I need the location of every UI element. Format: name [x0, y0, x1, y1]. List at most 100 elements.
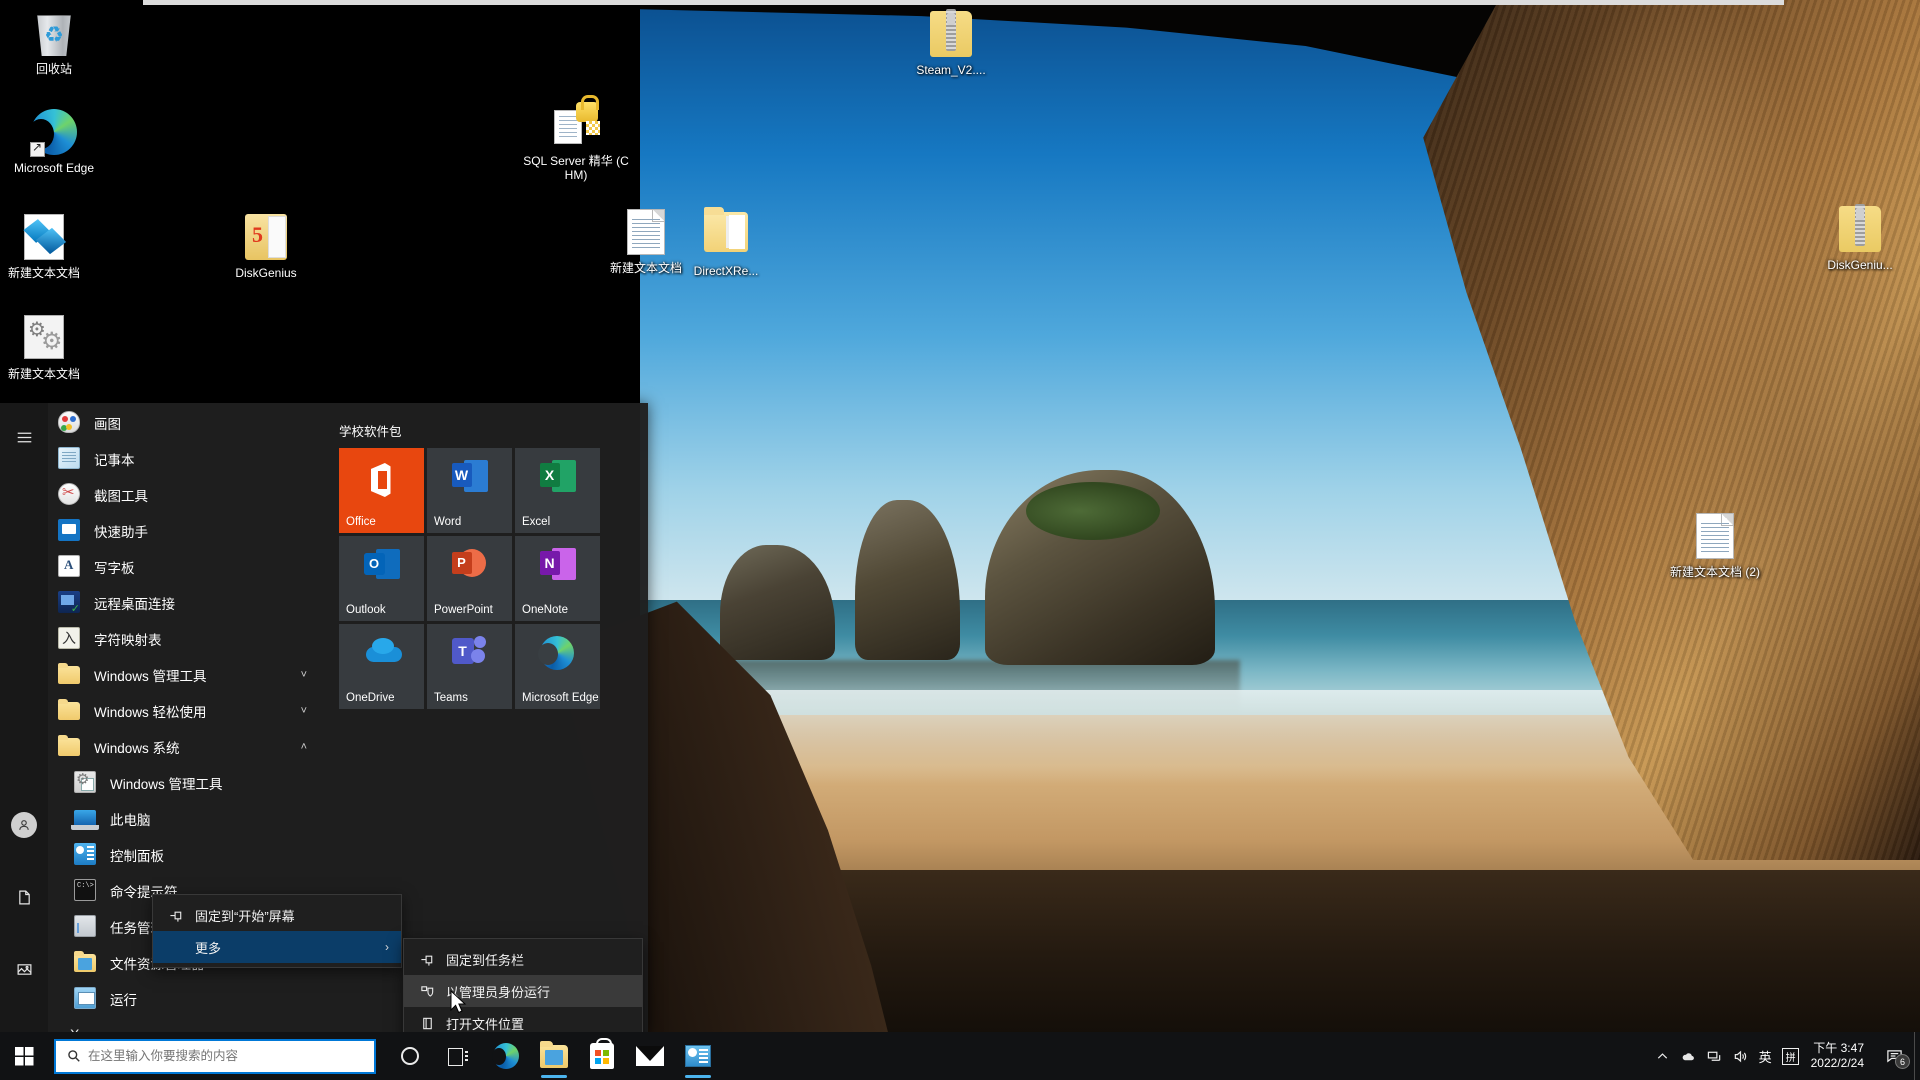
context-menu-item-more[interactable]: 更多 › [153, 931, 401, 963]
desktop-icon-sql-server-chm[interactable]: SQL Server 精华 (CHM) [520, 95, 632, 182]
tile-onenote[interactable]: OneNote [515, 536, 600, 621]
desktop-icon-diskgenius[interactable]: DiskGenius [218, 213, 314, 280]
desktop-icon-new-text-document-1[interactable]: 新建文本文档 [0, 213, 92, 280]
text-document-icon [622, 209, 670, 257]
tile-label: Office [346, 516, 376, 528]
app-label: 写字板 [94, 561, 135, 576]
context-menu-item-pin-to-start[interactable]: 固定到“开始”屏幕 [153, 899, 401, 931]
cortana-button[interactable] [386, 1032, 434, 1080]
microsoft-edge-icon [28, 109, 78, 157]
pin-icon [167, 908, 185, 923]
system-tray: 英 拼 下午 3:47 2022/2/24 6 [1650, 1032, 1920, 1080]
context-menu-item-label: 固定到任务栏 [446, 952, 525, 968]
search-input[interactable] [88, 1049, 366, 1063]
app-list-item-this-pc[interactable]: 此电脑 [48, 801, 321, 837]
hamburger-menu-button[interactable] [0, 413, 48, 461]
folder-open-icon [418, 1016, 436, 1031]
desktop-screen: 回收站 Microsoft Edge 新建文本文档 新建文本文档 DiskGen… [0, 0, 1920, 1080]
app-list-item-character-map[interactable]: 字符映射表 [48, 621, 321, 657]
onedrive-tray-icon[interactable] [1676, 1032, 1702, 1080]
outlook-icon [363, 548, 400, 584]
ime-icon: 拼 [1782, 1047, 1800, 1065]
desktop-icon-diskgenius-archive[interactable]: DiskGeniu... [1812, 204, 1908, 272]
text-document-icon [20, 214, 68, 262]
contact-app-button[interactable] [674, 1032, 722, 1080]
tile-excel[interactable]: Excel [515, 448, 600, 533]
app-list-item-snipping-tool[interactable]: 截图工具 [48, 477, 321, 513]
zip-archive-icon [927, 9, 975, 59]
show-hidden-icons-button[interactable] [1650, 1032, 1676, 1080]
user-account-button[interactable] [0, 801, 48, 849]
app-list-item-paint[interactable]: 画图 [48, 405, 321, 441]
app-list-item-remote-desktop[interactable]: 远程桌面连接 [48, 585, 321, 621]
show-desktop-button[interactable] [1914, 1032, 1920, 1080]
microsoft-edge-button[interactable] [482, 1032, 530, 1080]
tile-word[interactable]: Word [427, 448, 512, 533]
app-list-item-quick-assist[interactable]: 快速助手 [48, 513, 321, 549]
remote-desktop-icon [58, 591, 82, 615]
tile-label: Microsoft Edge [522, 692, 599, 704]
chevron-right-icon: › [385, 940, 389, 954]
task-view-button[interactable] [434, 1032, 482, 1080]
context-submenu-item-pin-to-taskbar[interactable]: 固定到任务栏 [404, 943, 642, 975]
microsoft-store-button[interactable] [578, 1032, 626, 1080]
pictures-button[interactable] [0, 945, 48, 993]
app-list-item-windows-admin-tools[interactable]: Windows 管理工具 [48, 765, 321, 801]
powerpoint-icon [451, 548, 488, 584]
diskgenius-folder-icon [242, 214, 290, 262]
excel-icon [539, 460, 576, 496]
desktop-icon-label: DiskGeniu... [1827, 258, 1893, 272]
tile-office[interactable]: Office [339, 448, 424, 533]
avatar [11, 812, 37, 838]
clock[interactable]: 下午 3:47 2022/2/24 [1805, 1041, 1874, 1071]
chevron-up-icon: ˄ [300, 741, 307, 753]
file-explorer-icon [74, 951, 98, 975]
paint-icon [58, 411, 82, 435]
app-list-folder-windows-system[interactable]: Windows 系统 ˄ [48, 729, 321, 765]
search-box[interactable] [54, 1038, 376, 1074]
desktop-icon-steam-archive[interactable]: Steam_V2.... [903, 9, 999, 77]
tile-teams[interactable]: Teams [427, 624, 512, 709]
chevron-down-icon: ˅ [300, 705, 307, 717]
start-menu-rail [0, 403, 48, 1048]
teams-icon [451, 636, 488, 672]
tile-onedrive[interactable]: OneDrive [339, 624, 424, 709]
language-indicator[interactable]: 英 [1754, 1032, 1777, 1080]
window-edge-strip [143, 0, 1784, 5]
app-label: 字符映射表 [94, 633, 162, 648]
documents-button[interactable] [0, 873, 48, 921]
context-menu-item-label: 更多 [195, 940, 222, 956]
file-explorer-button[interactable] [530, 1032, 578, 1080]
desktop-icon-new-text-document-2[interactable]: 新建文本文档 [0, 313, 92, 381]
app-list-item-wordpad[interactable]: 写字板 [48, 549, 321, 585]
start-button[interactable] [0, 1032, 48, 1080]
store-icon [590, 1038, 614, 1069]
desktop-icon-recycle-bin[interactable]: 回收站 [6, 8, 102, 76]
clock-time: 下午 3:47 [1813, 1041, 1864, 1055]
command-prompt-icon [74, 879, 98, 903]
mail-button[interactable] [626, 1032, 674, 1080]
network-icon[interactable] [1702, 1032, 1728, 1080]
notification-center-button[interactable]: 6 [1874, 1032, 1914, 1080]
volume-icon[interactable] [1728, 1032, 1754, 1080]
desktop-icon-label: DirectXRe... [693, 264, 759, 278]
desktop-icon-label: Microsoft Edge [13, 161, 95, 175]
app-list-folder-windows-ease-of-access[interactable]: Windows 轻松使用 ˅ [48, 693, 321, 729]
context-submenu-item-run-as-administrator[interactable]: 以管理员身份运行 [404, 975, 642, 1007]
tile-powerpoint[interactable]: PowerPoint [427, 536, 512, 621]
gear-document-icon [20, 315, 68, 363]
ime-mode-button[interactable]: 拼 [1777, 1032, 1805, 1080]
app-list-folder-windows-admin-tools[interactable]: Windows 管理工具 ˅ [48, 657, 321, 693]
tile-outlook[interactable]: Outlook [339, 536, 424, 621]
app-list-item-run[interactable]: 运行 [48, 981, 321, 1017]
tile-group-title[interactable]: 学校软件包 [339, 421, 628, 440]
app-list-item-control-panel[interactable]: 控制面板 [48, 837, 321, 873]
app-list-letter-header[interactable]: X [48, 1017, 321, 1032]
app-list-item-notepad[interactable]: 记事本 [48, 441, 321, 477]
desktop-icon-directx-folder[interactable]: DirectXRe... [678, 207, 774, 278]
tile-microsoft-edge[interactable]: Microsoft Edge [515, 624, 600, 709]
desktop-icon-label: Steam_V2.... [916, 63, 986, 77]
tile-label: Teams [434, 692, 468, 704]
desktop-icon-microsoft-edge[interactable]: Microsoft Edge [6, 108, 102, 175]
desktop-icon-new-text-document-4[interactable]: 新建文本文档 (2) [1660, 512, 1770, 579]
